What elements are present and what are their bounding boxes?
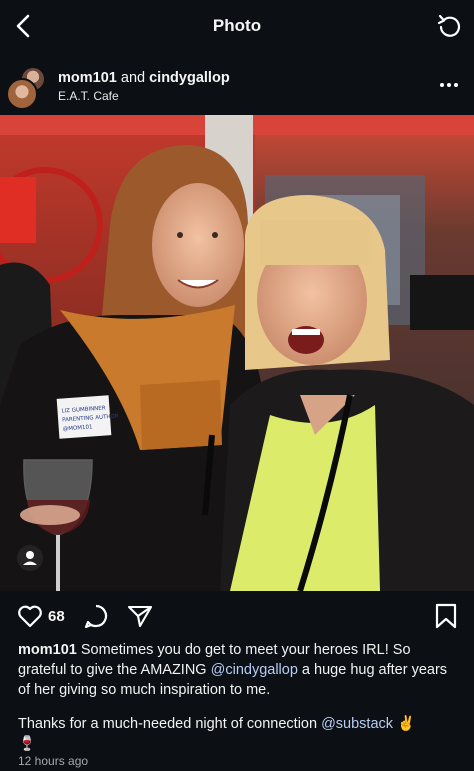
wine-emoji: 🍷 [18,736,37,752]
share-icon[interactable] [126,602,154,630]
avatar-mom101[interactable] [6,78,38,110]
refresh-icon[interactable] [436,12,464,40]
chevron-left-icon[interactable] [10,12,38,40]
caption-username[interactable]: mom101 [18,642,77,658]
authors-joiner: and [120,70,146,86]
author-link-2[interactable]: cindygallop [149,70,230,86]
caption-paragraph-2: Thanks for a much-needed night of connec… [18,714,458,754]
post-authors: mom101 and cindygallop [58,70,230,86]
caption-paragraph-1: mom101 Sometimes you do get to meet your… [18,640,458,700]
mention-link-cindygallop[interactable]: @cindygallop [211,662,298,678]
like-count[interactable]: 68 [48,608,65,625]
bookmark-icon[interactable] [434,602,458,630]
user-tag-icon[interactable] [17,545,43,571]
heart-icon[interactable] [16,602,44,630]
peace-emoji: ✌️ [397,716,416,732]
photo-illustration: LIZ GUMBINNER PARENTING AUTHOR @MOM101 [0,115,474,591]
post-caption: mom101 Sometimes you do get to meet your… [18,640,458,754]
avatar[interactable] [6,66,46,110]
post-header: mom101 and cindygallop E.A.T. Cafe [0,60,474,112]
top-bar: Photo [0,0,474,52]
location-link[interactable]: E.A.T. Cafe [58,89,119,103]
more-horizontal-icon[interactable] [438,74,460,96]
comment-icon[interactable] [82,602,110,630]
post-photo[interactable]: LIZ GUMBINNER PARENTING AUTHOR @MOM101 [0,115,474,591]
caption-text-3: Thanks for a much-needed night of connec… [18,716,322,732]
mention-link-substack[interactable]: @substack [321,716,393,732]
author-link-1[interactable]: mom101 [58,70,117,86]
post-timestamp: 12 hours ago [18,754,89,768]
page-title: Photo [212,16,262,35]
post-actions: 68 [0,602,474,632]
